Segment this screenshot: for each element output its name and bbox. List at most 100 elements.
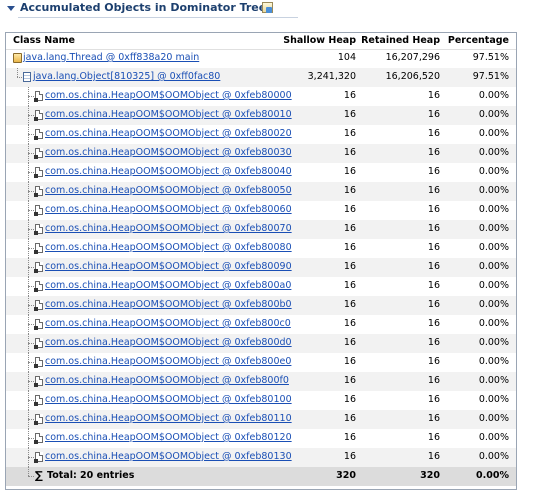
object-link[interactable]: com.os.china.HeapOOM$OOMObject @ 0xfeb80… [45, 204, 292, 216]
shallow-heap-cell: 16 [343, 337, 356, 348]
table-row[interactable]: com.os.china.HeapOOM$OOMObject @ 0xfeb80… [6, 144, 516, 163]
object-link[interactable]: com.os.china.HeapOOM$OOMObject @ 0xfeb80… [45, 318, 291, 330]
total-retained-heap: 320 [420, 470, 440, 481]
dominator-table: Class Name Shallow Heap Retained Heap Pe… [5, 32, 517, 490]
percentage-cell: 0.00% [478, 90, 509, 101]
table-row[interactable]: com.os.china.HeapOOM$OOMObject @ 0xfeb80… [6, 315, 516, 334]
object-marker-icon [34, 174, 38, 178]
table-row[interactable]: com.os.china.HeapOOM$OOMObject @ 0xfeb80… [6, 125, 516, 144]
percentage-cell: 0.00% [478, 413, 509, 424]
object-link[interactable]: com.os.china.HeapOOM$OOMObject @ 0xfeb80… [45, 242, 292, 254]
object-marker-icon [34, 212, 38, 216]
table-row[interactable]: com.os.china.HeapOOM$OOMObject @ 0xfeb80… [6, 296, 516, 315]
object-link[interactable]: java.lang.Thread @ 0xff838a20 main [23, 52, 199, 64]
retained-heap-cell: 16 [427, 204, 440, 215]
shallow-heap-cell: 16 [343, 451, 356, 462]
table-row[interactable]: java.lang.Thread @ 0xff838a20 main 104 16,… [6, 49, 516, 68]
table-row[interactable]: com.os.china.HeapOOM$OOMObject @ 0xfeb80… [6, 87, 516, 106]
percentage-cell: 97.51% [472, 52, 509, 63]
object-link[interactable]: com.os.china.HeapOOM$OOMObject @ 0xfeb80… [45, 337, 292, 349]
table-row[interactable]: com.os.china.HeapOOM$OOMObject @ 0xfeb80… [6, 220, 516, 239]
object-link[interactable]: com.os.china.HeapOOM$OOMObject @ 0xfeb80… [45, 185, 292, 197]
shallow-heap-cell: 3,241,320 [307, 71, 356, 82]
tree-connector [28, 324, 34, 325]
percentage-cell: 0.00% [478, 223, 509, 234]
percentage-cell: 0.00% [478, 128, 509, 139]
percentage-cell: 0.00% [478, 280, 509, 291]
shallow-heap-cell: 16 [343, 109, 356, 120]
retained-heap-cell: 16 [427, 109, 440, 120]
object-link[interactable]: com.os.china.HeapOOM$OOMObject @ 0xfeb80… [45, 223, 292, 235]
object-link[interactable]: com.os.china.HeapOOM$OOMObject @ 0xfeb80… [45, 451, 292, 463]
table-row[interactable]: com.os.china.HeapOOM$OOMObject @ 0xfeb80… [6, 372, 516, 391]
table-row[interactable]: com.os.china.HeapOOM$OOMObject @ 0xfeb80… [6, 277, 516, 296]
total-label: Total: 20 entries [47, 470, 135, 481]
object-link[interactable]: com.os.china.HeapOOM$OOMObject @ 0xfeb80… [45, 375, 289, 387]
table-row[interactable]: java.lang.Object[810325] @ 0xff0fac80 3,2… [6, 68, 516, 87]
object-marker-icon [34, 326, 38, 330]
table-row[interactable]: com.os.china.HeapOOM$OOMObject @ 0xfeb80… [6, 163, 516, 182]
object-link[interactable]: com.os.china.HeapOOM$OOMObject @ 0xfeb80… [45, 109, 292, 121]
retained-heap-cell: 16 [427, 185, 440, 196]
tree-connector [28, 438, 34, 439]
object-marker-icon [34, 383, 38, 387]
shallow-heap-cell: 104 [337, 52, 356, 63]
retained-heap-cell: 16 [427, 280, 440, 291]
object-link[interactable]: com.os.china.HeapOOM$OOMObject @ 0xfeb80… [45, 128, 292, 140]
object-link[interactable]: com.os.china.HeapOOM$OOMObject @ 0xfeb80… [45, 280, 291, 292]
object-marker-icon [34, 155, 38, 159]
percentage-cell: 0.00% [478, 337, 509, 348]
table-row[interactable]: com.os.china.HeapOOM$OOMObject @ 0xfeb80… [6, 258, 516, 277]
column-header-retained-heap[interactable]: Retained Heap [361, 35, 440, 47]
object-link[interactable]: com.os.china.HeapOOM$OOMObject @ 0xfeb80… [45, 90, 292, 102]
array-icon [23, 72, 31, 82]
percentage-cell: 0.00% [478, 394, 509, 405]
shallow-heap-cell: 16 [343, 90, 356, 101]
table-row[interactable]: com.os.china.HeapOOM$OOMObject @ 0xfeb80… [6, 334, 516, 353]
object-link[interactable]: com.os.china.HeapOOM$OOMObject @ 0xfeb80… [45, 356, 291, 368]
table-row[interactable]: com.os.china.HeapOOM$OOMObject @ 0xfeb80… [6, 239, 516, 258]
table-row[interactable]: com.os.china.HeapOOM$OOMObject @ 0xfeb80… [6, 353, 516, 372]
retained-heap-cell: 16 [427, 337, 440, 348]
retained-heap-cell: 16 [427, 223, 440, 234]
object-link[interactable]: com.os.china.HeapOOM$OOMObject @ 0xfeb80… [45, 413, 292, 425]
object-link[interactable]: com.os.china.HeapOOM$OOMObject @ 0xfeb80… [45, 432, 292, 444]
collapse-toggle-icon[interactable] [7, 6, 15, 11]
tree-connector [28, 467, 29, 476]
table-row[interactable]: com.os.china.HeapOOM$OOMObject @ 0xfeb80… [6, 391, 516, 410]
object-marker-icon [34, 98, 38, 102]
table-row[interactable]: com.os.china.HeapOOM$OOMObject @ 0xfeb80… [6, 410, 516, 429]
table-row[interactable]: com.os.china.HeapOOM$OOMObject @ 0xfeb80… [6, 182, 516, 201]
table-row[interactable]: com.os.china.HeapOOM$OOMObject @ 0xfeb80… [6, 106, 516, 125]
column-header-shallow-heap[interactable]: Shallow Heap [283, 35, 356, 47]
view-icon[interactable] [262, 2, 273, 13]
object-link[interactable]: com.os.china.HeapOOM$OOMObject @ 0xfeb80… [45, 261, 292, 273]
tree-connector [28, 229, 34, 230]
percentage-cell: 0.00% [478, 166, 509, 177]
total-shallow-heap: 320 [336, 470, 356, 481]
tree-connector [17, 68, 18, 77]
object-link[interactable]: java.lang.Object[810325] @ 0xff0fac80 [33, 71, 220, 83]
retained-heap-cell: 16 [427, 394, 440, 405]
retained-heap-cell: 16 [427, 375, 440, 386]
tree-connector [28, 191, 34, 192]
retained-heap-cell: 16 [427, 432, 440, 443]
column-header-class-name[interactable]: Class Name [13, 35, 75, 47]
column-header-percentage[interactable]: Percentage [448, 35, 509, 47]
shallow-heap-cell: 16 [343, 242, 356, 253]
tree-connector [28, 134, 34, 135]
shallow-heap-cell: 16 [343, 128, 356, 139]
tree-connector [28, 248, 34, 249]
table-row[interactable]: com.os.china.HeapOOM$OOMObject @ 0xfeb80… [6, 448, 516, 467]
object-link[interactable]: com.os.china.HeapOOM$OOMObject @ 0xfeb80… [45, 147, 292, 159]
retained-heap-cell: 16 [427, 299, 440, 310]
table-row[interactable]: com.os.china.HeapOOM$OOMObject @ 0xfeb80… [6, 201, 516, 220]
object-marker-icon [34, 345, 38, 349]
object-link[interactable]: com.os.china.HeapOOM$OOMObject @ 0xfeb80… [45, 394, 292, 406]
table-row[interactable]: com.os.china.HeapOOM$OOMObject @ 0xfeb80… [6, 429, 516, 448]
retained-heap-cell: 16 [427, 451, 440, 462]
object-link[interactable]: com.os.china.HeapOOM$OOMObject @ 0xfeb80… [45, 299, 292, 311]
object-marker-icon [34, 269, 38, 273]
total-row: ∑ Total: 20 entries 320 320 0.00% [6, 467, 516, 486]
object-link[interactable]: com.os.china.HeapOOM$OOMObject @ 0xfeb80… [45, 166, 292, 178]
